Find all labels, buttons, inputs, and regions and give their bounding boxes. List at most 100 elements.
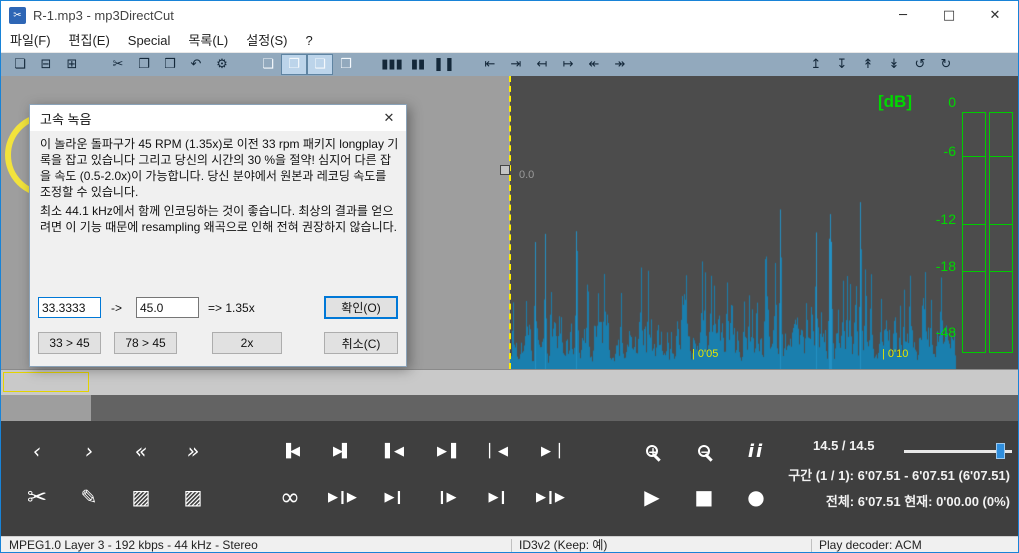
pause-scan-icon[interactable]: ↧ bbox=[829, 54, 855, 75]
doc-info-icon[interactable]: ❏ bbox=[255, 54, 281, 75]
open-icon[interactable]: ❏ bbox=[7, 54, 33, 75]
status-bar: MPEG1.0 Layer 3 - 192 kbps - 44 kHz - St… bbox=[1, 536, 1018, 552]
cue-in-icon[interactable]: ⇤ bbox=[477, 54, 503, 75]
db-tick-label: -48 bbox=[935, 324, 956, 340]
vu-bars-icon[interactable]: ▮▮▮ bbox=[379, 54, 405, 75]
dialog-text-1: 이 놀라운 돌파구가 45 RPM (1.35x)로 이전 33 rpm 패키지… bbox=[40, 137, 399, 199]
mark-right-icon[interactable]: ↦ bbox=[555, 54, 581, 75]
time-label-0-05: | 0'05 bbox=[692, 348, 719, 360]
list-menu[interactable]: 목록(L) bbox=[179, 29, 237, 52]
title-bar: ✂ R-1.mp3 - mp3DirectCut ─ □ ✕ bbox=[1, 1, 1018, 29]
mark-left-icon[interactable]: ↤ bbox=[529, 54, 555, 75]
sel-end-hatch-icon[interactable]: ▨ bbox=[167, 479, 219, 515]
total-time-info: 전체: 6'07.51 현재: 0'00.00 (0%) bbox=[825, 494, 1010, 509]
play-around-cut-icon[interactable]: ▶❙▶ bbox=[316, 479, 368, 515]
waveform-canvas[interactable] bbox=[510, 76, 960, 369]
sel-end-right-icon[interactable]: ▶▐ bbox=[420, 433, 472, 469]
maximize-button[interactable]: □ bbox=[926, 1, 972, 29]
sel-begin-hatch-icon[interactable]: ▨ bbox=[115, 479, 167, 515]
transport-row-1: ‹ › «» ▐◀ ▶▌ ▌◀ ▶▐ ▏◀ ▶▕ + − ii bbox=[11, 433, 782, 469]
sel-end-left-icon[interactable]: ▌◀ bbox=[368, 433, 420, 469]
zoom-in-icon[interactable]: + bbox=[626, 433, 678, 469]
cursor-marker-handle[interactable] bbox=[500, 165, 510, 175]
settings-menu[interactable]: 설정(S) bbox=[237, 29, 296, 52]
pencil-edit-icon[interactable]: ✎ bbox=[63, 479, 115, 515]
window-title: R-1.mp3 - mp3DirectCut bbox=[33, 7, 174, 23]
special-menu[interactable]: Special bbox=[119, 29, 180, 52]
loop-tool-icon[interactable]: ↺ bbox=[907, 54, 933, 75]
loop-icon[interactable]: ∞ bbox=[264, 479, 316, 515]
gain-down-icon[interactable]: ↡ bbox=[881, 54, 907, 75]
step-back-icon[interactable]: ‹ bbox=[11, 433, 63, 469]
cut-icon[interactable]: ✂ bbox=[105, 54, 131, 75]
file-menu[interactable]: 파일(F) bbox=[1, 29, 60, 52]
dialog-text-2: 최소 44.1 kHz에서 함께 인코딩하는 것이 좋습니다. 최상의 결과를 … bbox=[40, 204, 397, 234]
play-from-sel-icon[interactable]: ❙▶ bbox=[420, 479, 472, 515]
zoom-out-icon[interactable]: − bbox=[678, 433, 730, 469]
vu-half-icon[interactable]: ▮▮ bbox=[405, 54, 431, 75]
step-forward-icon[interactable]: › bbox=[63, 433, 115, 469]
position-bar[interactable] bbox=[1, 395, 1018, 421]
play-skip-icon[interactable]: ▶❙▶ bbox=[524, 479, 576, 515]
minimize-button[interactable]: ─ bbox=[880, 1, 926, 29]
save-icon[interactable]: ⊟ bbox=[33, 54, 59, 75]
transport-panel: ‹ › «» ▐◀ ▶▌ ▌◀ ▶▐ ▏◀ ▶▕ + − ii ✂ ✎ ▨ ▨ ∞ ▶❙▶ ▶❙ ❙▶ ▶❙ ▶❙▶ ▶ ■… bbox=[1, 421, 1018, 536]
app-window: ✂ R-1.mp3 - mp3DirectCut ─ □ ✕ 파일(F) 편집(E… bbox=[0, 0, 1019, 553]
jump-left-icon[interactable]: ↞ bbox=[581, 54, 607, 75]
app-icon: ✂ bbox=[9, 6, 26, 24]
preset-2x-button[interactable]: 2x bbox=[212, 332, 282, 354]
transport-row-2: ✂ ✎ ▨ ▨ ∞ ▶❙▶ ▶❙ ❙▶ ▶❙ ▶❙▶ ▶ ■ ● bbox=[11, 479, 782, 515]
track-info-icon[interactable]: ii bbox=[730, 433, 782, 469]
gain-up-icon[interactable]: ↟ bbox=[855, 54, 881, 75]
edit-menu[interactable]: 편집(E) bbox=[60, 29, 119, 52]
doc-list-icon[interactable]: ❒ bbox=[333, 54, 359, 75]
play-cursor-line bbox=[509, 76, 511, 369]
undo-icon[interactable]: ↶ bbox=[183, 54, 209, 75]
settings-gear-icon[interactable]: ⚙ bbox=[209, 54, 235, 75]
goto-start-icon[interactable]: ▏◀ bbox=[472, 433, 524, 469]
skip-forward-icon[interactable]: » bbox=[167, 433, 219, 469]
play-icon[interactable]: ▶ bbox=[626, 479, 678, 515]
section-info: 구간 (1 / 1): 6'07.51 - 6'07.51 (6'07.51) bbox=[788, 468, 1010, 483]
doc-vbr-icon[interactable]: ❑ bbox=[307, 54, 333, 75]
menu-bar: 파일(F) 편집(E) Special 목록(L) 설정(S)? bbox=[1, 29, 1018, 53]
stop-icon[interactable]: ■ bbox=[678, 479, 730, 515]
rpm-to-input[interactable] bbox=[136, 297, 199, 318]
file-overview-bar[interactable] bbox=[1, 369, 1018, 395]
play-to-sel-icon[interactable]: ▶❙ bbox=[472, 479, 524, 515]
db-tick-label: -18 bbox=[935, 258, 956, 274]
pause-detect-icon[interactable]: ❚❚ bbox=[431, 54, 457, 75]
status-format: MPEG1.0 Layer 3 - 192 kbps - 44 kHz - St… bbox=[9, 538, 258, 552]
dialog-close-icon[interactable]: ✕ bbox=[372, 105, 406, 131]
level-meter-right bbox=[989, 112, 1013, 353]
visible-range-rect[interactable] bbox=[3, 372, 89, 392]
redo-tool-icon[interactable]: ↻ bbox=[933, 54, 959, 75]
cancel-button[interactable]: 취소(C) bbox=[324, 332, 398, 354]
toolbar: ❏ ⊟ ⊞ ✂ ❐ ❒ ↶ ⚙ ❏ ❐ ❑ ❒ ▮▮▮ ▮▮ ❚❚ ⇤ ⇥ ↤ ↦ ↞ ↠ ↥ ↧ ↟ ↡ ↺ ↻ bbox=[1, 53, 1018, 76]
save-split-icon[interactable]: ⊞ bbox=[59, 54, 85, 75]
record-icon[interactable]: ● bbox=[730, 479, 782, 515]
ok-button[interactable]: 확인(O) bbox=[324, 296, 398, 319]
sel-start-right-icon[interactable]: ▶▌ bbox=[316, 433, 368, 469]
skip-back-icon[interactable]: « bbox=[115, 433, 167, 469]
db-tick-label: -12 bbox=[935, 211, 956, 227]
copy-icon[interactable]: ❐ bbox=[131, 54, 157, 75]
paste-icon[interactable]: ❒ bbox=[157, 54, 183, 75]
sel-start-left-icon[interactable]: ▐◀ bbox=[264, 433, 316, 469]
cue-out-icon[interactable]: ⇥ bbox=[503, 54, 529, 75]
doc-id3-icon[interactable]: ❐ bbox=[281, 54, 307, 75]
close-button[interactable]: ✕ bbox=[972, 1, 1018, 29]
preset-78-45-button[interactable]: 78 > 45 bbox=[114, 332, 177, 354]
help-menu[interactable]: ? bbox=[296, 29, 321, 52]
play-to-cut-icon[interactable]: ▶❙ bbox=[368, 479, 420, 515]
jump-right-icon[interactable]: ↠ bbox=[607, 54, 633, 75]
volume-slider-handle[interactable] bbox=[996, 443, 1005, 459]
preset-33-45-button[interactable]: 33 > 45 bbox=[38, 332, 101, 354]
db-tick-label: -6 bbox=[943, 143, 956, 159]
goto-end-icon[interactable]: ▶▕ bbox=[524, 433, 576, 469]
rpm-from-input[interactable] bbox=[38, 297, 101, 318]
ratio-label: => 1.35x bbox=[208, 301, 255, 315]
app-icon-glyph: ✂ bbox=[13, 9, 22, 21]
scissors-cut-icon[interactable]: ✂ bbox=[11, 479, 63, 515]
auto-cue-icon[interactable]: ↥ bbox=[803, 54, 829, 75]
